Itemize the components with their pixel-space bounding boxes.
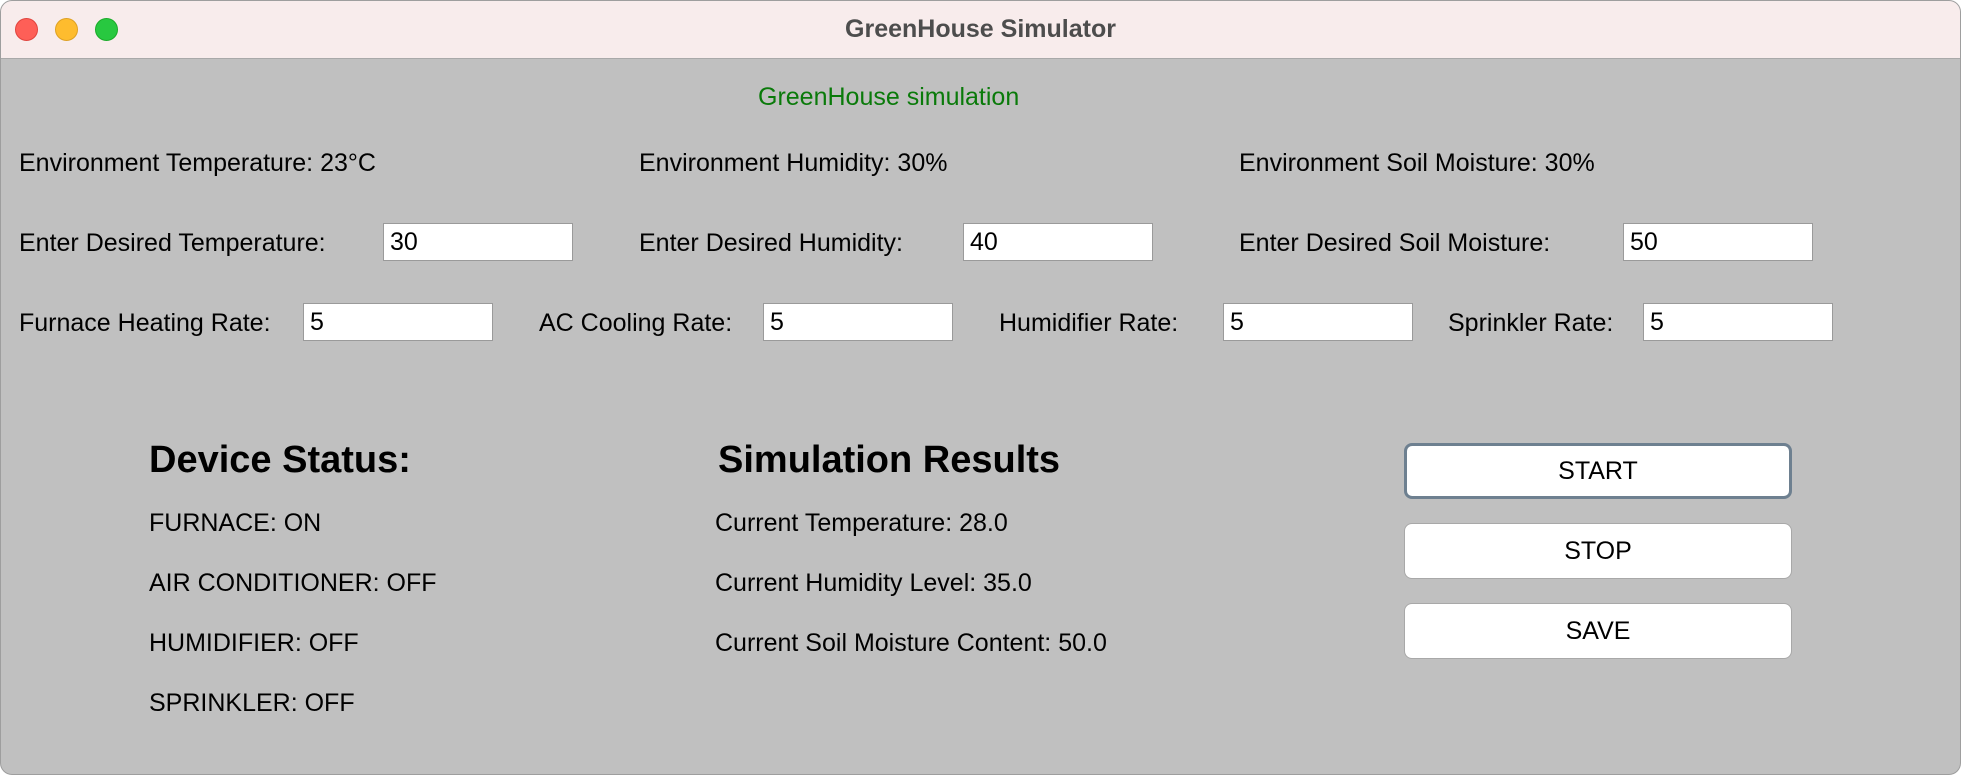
humidifier-status: HUMIDIFIER: OFF (149, 629, 359, 657)
sprinkler-rate-label: Sprinkler Rate: (1448, 309, 1614, 337)
ac-cooling-rate-label: AC Cooling Rate: (539, 309, 733, 337)
window-title: GreenHouse Simulator (845, 15, 1116, 43)
device-status-heading: Device Status: (149, 439, 411, 481)
humidifier-rate-label: Humidifier Rate: (999, 309, 1179, 337)
simulation-title: GreenHouse simulation (758, 83, 1020, 111)
desired-temperature-input[interactable] (383, 223, 573, 261)
desired-humidity-label: Enter Desired Humidity: (639, 229, 903, 257)
stop-button[interactable]: STOP (1404, 523, 1792, 579)
environment-soil-moisture: Environment Soil Moisture: 30% (1239, 149, 1595, 177)
air-conditioner-status: AIR CONDITIONER: OFF (149, 569, 437, 597)
sprinkler-status: SPRINKLER: OFF (149, 689, 355, 717)
ac-cooling-rate-input[interactable] (763, 303, 953, 341)
app-window: GreenHouse Simulator GreenHouse simulati… (0, 0, 1961, 775)
title-bar: GreenHouse Simulator (1, 1, 1960, 59)
furnace-status: FURNACE: ON (149, 509, 322, 537)
desired-humidity-input[interactable] (963, 223, 1153, 261)
furnace-heating-rate-label: Furnace Heating Rate: (19, 309, 271, 337)
current-temperature: Current Temperature: 28.0 (715, 509, 1008, 537)
current-humidity-level: Current Humidity Level: 35.0 (715, 569, 1032, 597)
environment-temperature: Environment Temperature: 23°C (19, 149, 376, 177)
simulation-results-heading: Simulation Results (718, 439, 1061, 481)
sprinkler-rate-input[interactable] (1643, 303, 1833, 341)
desired-soil-moisture-label: Enter Desired Soil Moisture: (1239, 229, 1551, 257)
humidifier-rate-input[interactable] (1223, 303, 1413, 341)
desired-temperature-label: Enter Desired Temperature: (19, 229, 326, 257)
current-soil-moisture: Current Soil Moisture Content: 50.0 (715, 629, 1107, 657)
start-button[interactable]: START (1404, 443, 1792, 499)
save-button[interactable]: SAVE (1404, 603, 1792, 659)
environment-humidity: Environment Humidity: 30% (639, 149, 948, 177)
desired-soil-moisture-input[interactable] (1623, 223, 1813, 261)
main-panel: GreenHouse simulation Environment Temper… (1, 59, 1960, 774)
furnace-heating-rate-input[interactable] (303, 303, 493, 341)
